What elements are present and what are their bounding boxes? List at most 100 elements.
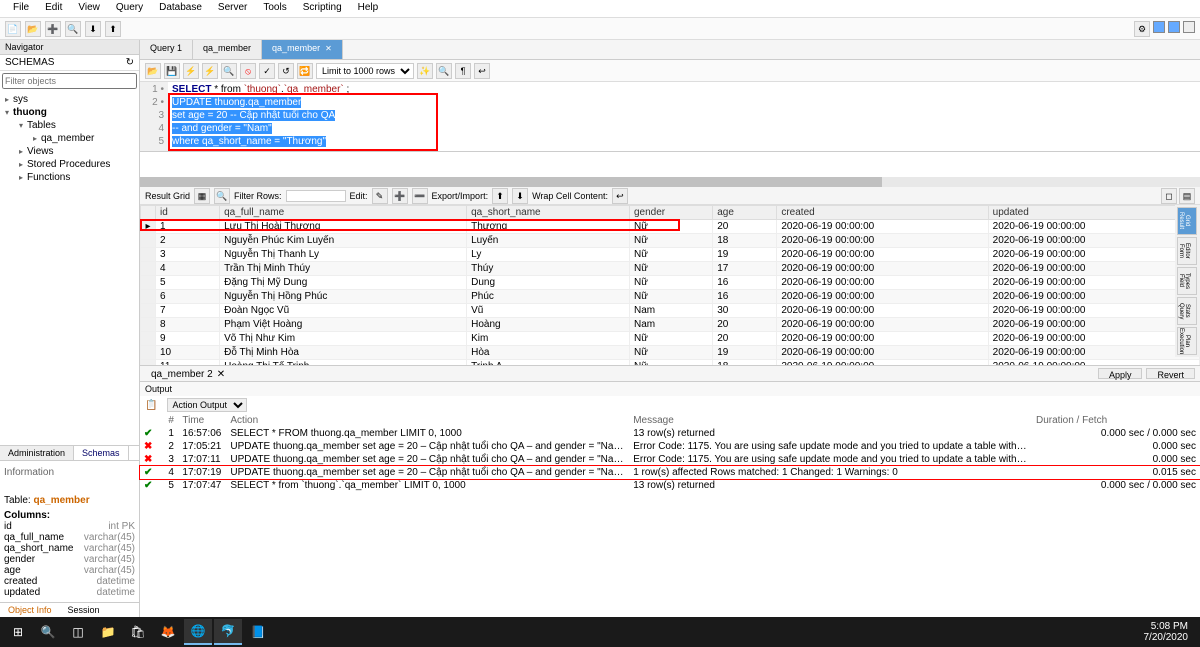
start-icon[interactable]: ⊞ <box>4 619 32 645</box>
settings-icon[interactable]: ⚙ <box>1134 21 1150 37</box>
column-header[interactable]: gender <box>629 206 712 220</box>
import-icon[interactable]: ⬇ <box>512 188 528 204</box>
revert-button[interactable]: Revert <box>1146 368 1195 379</box>
tree-qa-member[interactable]: qa_member <box>41 133 94 144</box>
layout-icon-1[interactable] <box>1153 21 1165 33</box>
column-header[interactable]: qa_short_name <box>467 206 630 220</box>
apply-button[interactable]: Apply <box>1098 368 1143 379</box>
open-file-icon[interactable]: 📂 <box>145 63 161 79</box>
table-row[interactable]: 9Võ Thị Như KimKimNữ202020-06-19 00:00:0… <box>141 332 1200 346</box>
tree-views[interactable]: Views <box>27 146 54 157</box>
pin-icon[interactable]: ◻ <box>1161 188 1177 204</box>
add-row-icon[interactable]: ➕ <box>392 188 408 204</box>
filter-input[interactable] <box>2 73 137 89</box>
export-icon[interactable]: ⬆ <box>492 188 508 204</box>
wrap-cell-icon[interactable]: ↩ <box>612 188 628 204</box>
windows-taskbar[interactable]: ⊞ 🔍 ◫ 📁 🛍 🦊 🌐 🐬 📘 5:08 PM7/20/2020 <box>0 617 1200 647</box>
grid-icon[interactable]: ▦ <box>194 188 210 204</box>
table-row[interactable]: 6Nguyễn Thị Hồng PhúcPhúcNữ162020-06-19 … <box>141 290 1200 304</box>
explain-icon[interactable]: 🔍 <box>221 63 237 79</box>
table-row[interactable]: 4Trần Thị Minh ThúyThúyNữ172020-06-19 00… <box>141 262 1200 276</box>
column-header[interactable]: age <box>713 206 777 220</box>
table-row[interactable]: 5Đặng Thị Mỹ DungDungNữ162020-06-19 00:0… <box>141 276 1200 290</box>
menu-tools[interactable]: Tools <box>255 2 294 15</box>
task-view-icon[interactable]: ◫ <box>64 619 92 645</box>
menu-help[interactable]: Help <box>350 2 387 15</box>
side-query-stats[interactable]: Query Stats <box>1177 297 1197 325</box>
menu-server[interactable]: Server <box>210 2 255 15</box>
column-header[interactable]: qa_full_name <box>220 206 467 220</box>
side-field-types[interactable]: Field Types <box>1177 267 1197 295</box>
table-row[interactable]: 7Đoàn Ngọc VũVũNam302020-06-19 00:00:002… <box>141 304 1200 318</box>
tree-sys[interactable]: sys <box>13 94 28 105</box>
tree-tables[interactable]: Tables <box>27 120 56 131</box>
close-icon[interactable]: ✕ <box>325 44 332 53</box>
new-sql-icon[interactable]: 📄 <box>5 21 21 37</box>
table-row[interactable]: 3Nguyễn Thị Thanh LyLyNữ192020-06-19 00:… <box>141 248 1200 262</box>
output-row[interactable]: ✔417:07:19UPDATE thuong.qa_member set ag… <box>140 466 1200 479</box>
rollback-icon[interactable]: ↺ <box>278 63 294 79</box>
table-row[interactable]: 11Hoàng Thị Tố TrinhTrinh ANữ182020-06-1… <box>141 360 1200 366</box>
inspector-icon[interactable]: 🔍 <box>65 21 81 37</box>
data-import-icon[interactable]: ⬇ <box>85 21 101 37</box>
output-row[interactable]: ✔517:07:47SELECT * from `thuong`.`qa_mem… <box>140 479 1200 492</box>
side-result-grid[interactable]: Result Grid <box>1177 207 1197 235</box>
tab-session[interactable]: Session <box>60 603 108 617</box>
menu-scripting[interactable]: Scripting <box>295 2 350 15</box>
column-header[interactable]: created <box>777 206 988 220</box>
tree-db[interactable]: thuong <box>13 107 47 118</box>
side-execution-plan[interactable]: Execution Plan <box>1177 327 1197 355</box>
workbench-icon[interactable]: 🐬 <box>214 619 242 645</box>
find-icon[interactable]: 🔍 <box>436 63 452 79</box>
result-grid[interactable]: idqa_full_nameqa_short_namegenderagecrea… <box>140 205 1200 365</box>
column-header[interactable]: id <box>156 206 220 220</box>
commit-icon[interactable]: ✓ <box>259 63 275 79</box>
table-row[interactable]: 8Phạm Việt HoàngHoàngNam202020-06-19 00:… <box>141 318 1200 332</box>
wrap-icon[interactable]: ↩ <box>474 63 490 79</box>
execute-icon[interactable]: ⚡ <box>183 63 199 79</box>
tab-object-info[interactable]: Object Info <box>0 603 60 617</box>
output-row[interactable]: ✖217:05:21UPDATE thuong.qa_member set ag… <box>140 440 1200 453</box>
menu-view[interactable]: View <box>70 2 108 15</box>
table-row[interactable]: 2Nguyễn Phúc Kim LuyếnLuyếnNữ182020-06-1… <box>141 234 1200 248</box>
delete-row-icon[interactable]: ➖ <box>412 188 428 204</box>
menu-file[interactable]: File <box>5 2 37 15</box>
layout-icon-2[interactable] <box>1168 21 1180 33</box>
filter-rows-input[interactable] <box>286 190 346 202</box>
result-tab[interactable]: qa_member 2✕ <box>145 368 231 379</box>
grid-filter-icon[interactable]: 🔍 <box>214 188 230 204</box>
chrome-icon[interactable]: 🌐 <box>184 619 212 645</box>
search-icon[interactable]: 🔍 <box>34 619 62 645</box>
column-header[interactable]: updated <box>988 206 1199 220</box>
schema-tree[interactable]: ▸sys ▾thuong ▾Tables ▸qa_member ▸Views ▸… <box>0 91 139 445</box>
execute-cursor-icon[interactable]: ⚡ <box>202 63 218 79</box>
new-tab-icon[interactable]: ➕ <box>45 21 61 37</box>
side-form-editor[interactable]: Form Editor <box>1177 237 1197 265</box>
firefox-icon[interactable]: 🦊 <box>154 619 182 645</box>
dock-icon[interactable]: ▤ <box>1179 188 1195 204</box>
refresh-icon[interactable]: ↻ <box>126 57 134 68</box>
app-icon[interactable]: 📘 <box>244 619 272 645</box>
beautify-icon[interactable]: ✨ <box>417 63 433 79</box>
editor-tab[interactable]: Query 1 <box>140 40 193 59</box>
tab-administration[interactable]: Administration <box>0 446 74 460</box>
output-row[interactable]: ✖317:07:11UPDATE thuong.qa_member set ag… <box>140 453 1200 466</box>
output-type-select[interactable]: Action Output <box>167 398 247 412</box>
tree-fn[interactable]: Functions <box>27 172 70 183</box>
open-sql-icon[interactable]: 📂 <box>25 21 41 37</box>
table-row[interactable]: 10Đỗ Thị Minh HòaHòaNữ192020-06-19 00:00… <box>141 346 1200 360</box>
table-row[interactable]: ▸1Lưu Thị Hoài ThươngThươngNữ202020-06-1… <box>141 220 1200 234</box>
editor-scrollbar[interactable] <box>140 177 1200 187</box>
menu-query[interactable]: Query <box>108 2 151 15</box>
output-row[interactable]: ✔116:57:06SELECT * FROM thuong.qa_member… <box>140 427 1200 440</box>
menu-edit[interactable]: Edit <box>37 2 70 15</box>
tab-schemas[interactable]: Schemas <box>74 446 129 460</box>
editor-tab[interactable]: qa_member <box>193 40 262 59</box>
edit-icon[interactable]: ✎ <box>372 188 388 204</box>
menu-database[interactable]: Database <box>151 2 210 15</box>
sql-editor[interactable]: 1 •2 •345 SELECT * from `thuong`.`qa_mem… <box>140 82 1200 152</box>
invisible-icon[interactable]: ¶ <box>455 63 471 79</box>
layout-icon-3[interactable] <box>1183 21 1195 33</box>
stop-icon[interactable]: ⦸ <box>240 63 256 79</box>
file-explorer-icon[interactable]: 📁 <box>94 619 122 645</box>
